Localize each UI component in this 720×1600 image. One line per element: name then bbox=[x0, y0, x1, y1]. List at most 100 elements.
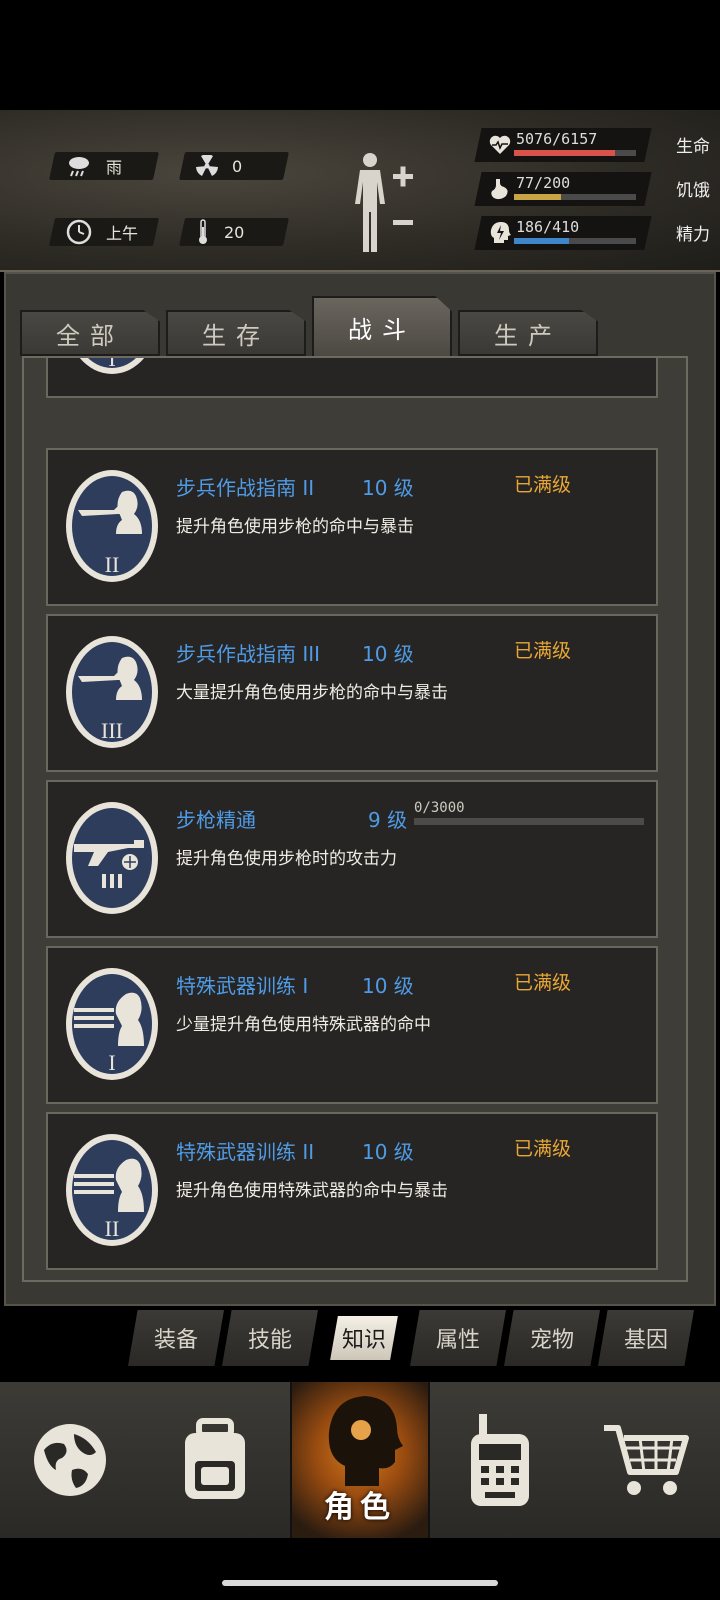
skill-level: 10 级 bbox=[362, 476, 414, 500]
weather-indicator[interactable]: 雨 bbox=[49, 152, 159, 180]
list-item[interactable]: III 步兵作战指南 III 10 级 已满级 大量提升角色使用步枪的命中与暴击 bbox=[46, 614, 658, 772]
rifleman-i-icon: I bbox=[79, 356, 145, 374]
skill-level: 10 级 bbox=[362, 1140, 414, 1164]
subtab-attributes[interactable]: 属性 bbox=[410, 1310, 506, 1366]
nav-inventory[interactable] bbox=[145, 1382, 285, 1538]
health-value: 5076/6157 bbox=[516, 130, 598, 148]
tab-combat[interactable]: 战斗 bbox=[312, 296, 452, 358]
subtab-skills[interactable]: 技能 bbox=[222, 1310, 318, 1366]
skill-name: 步兵作战指南 II bbox=[176, 476, 315, 500]
rifle-mastery-icon bbox=[66, 802, 158, 914]
home-indicator[interactable] bbox=[222, 1580, 498, 1586]
energy-value: 186/410 bbox=[516, 218, 580, 236]
rain-cloud-icon bbox=[69, 157, 89, 177]
svg-text:III: III bbox=[101, 718, 123, 743]
stomach-icon bbox=[491, 179, 508, 200]
svg-text:I: I bbox=[108, 1050, 115, 1075]
heart-icon bbox=[489, 135, 511, 154]
backpack-icon bbox=[185, 1418, 245, 1499]
radiation-indicator[interactable]: 0 bbox=[179, 152, 289, 180]
subtab-label: 技能 bbox=[247, 1328, 292, 1353]
subtab-equipment[interactable]: 装备 bbox=[128, 1310, 224, 1366]
progress-bar bbox=[414, 818, 644, 825]
health-label: 生命 bbox=[676, 137, 710, 157]
character-head-icon bbox=[328, 1396, 403, 1486]
tab-survival[interactable]: 生存 bbox=[166, 310, 306, 356]
progress-text: 0/3000 bbox=[414, 800, 465, 816]
max-level-badge: 已满级 bbox=[514, 640, 572, 662]
energy-bar bbox=[514, 238, 636, 244]
skill-description: 提升角色使用步枪的命中与暴击 bbox=[176, 517, 414, 537]
head-energy-icon bbox=[490, 222, 511, 243]
nav-character-label: 角色 bbox=[324, 1490, 396, 1525]
character-subtabs: 装备 技能 知识 属性 宠物 基因 bbox=[128, 1310, 698, 1366]
list-item[interactable]: II 步兵作战指南 II 10 级 已满级 提升角色使用步枪的命中与暴击 bbox=[46, 448, 658, 606]
radiation-value: 0 bbox=[232, 156, 243, 176]
energy-stat[interactable]: 186/410 精力 bbox=[474, 216, 710, 250]
heavy-weapon-ii-icon: II bbox=[66, 1134, 158, 1246]
health-stat[interactable]: 5076/6157 生命 bbox=[474, 128, 710, 162]
body-status-icon[interactable] bbox=[348, 150, 418, 255]
subtab-knowledge[interactable]: 知识 bbox=[316, 1310, 412, 1366]
clock-icon bbox=[66, 219, 92, 245]
nav-character[interactable]: 角色 bbox=[290, 1382, 430, 1538]
skill-description: 大量提升角色使用步枪的命中与暴击 bbox=[176, 683, 448, 703]
time-indicator[interactable]: 上午 bbox=[49, 218, 159, 246]
hunger-value: 77/200 bbox=[516, 174, 571, 192]
weather-label: 雨 bbox=[106, 158, 123, 177]
list-item[interactable]: 步枪精通 9 级 0/3000 提升角色使用步枪时的攻击力 bbox=[46, 780, 658, 938]
energy-label: 精力 bbox=[676, 225, 710, 245]
nav-world[interactable] bbox=[0, 1382, 140, 1538]
temperature-indicator[interactable]: 20 bbox=[179, 218, 289, 246]
globe-icon bbox=[34, 1424, 106, 1496]
list-item[interactable]: II 特殊武器训练 II 10 级 已满级 提升角色使用特殊武器的命中与暴击 bbox=[46, 1112, 658, 1270]
subtab-label: 基因 bbox=[623, 1328, 668, 1353]
subtab-label: 属性 bbox=[435, 1328, 480, 1353]
radiation-icon bbox=[196, 155, 218, 176]
subtab-pets[interactable]: 宠物 bbox=[504, 1310, 600, 1366]
max-level-badge: 已满级 bbox=[514, 972, 572, 994]
hunger-stat[interactable]: 77/200 饥饿 bbox=[474, 172, 710, 206]
time-label: 上午 bbox=[106, 224, 139, 243]
shopping-cart-icon bbox=[604, 1425, 689, 1495]
subtab-label: 装备 bbox=[153, 1328, 198, 1353]
nav-radio[interactable] bbox=[430, 1382, 570, 1538]
temperature-value: 20 bbox=[224, 222, 245, 242]
tab-production[interactable]: 生产 bbox=[458, 310, 598, 356]
list-item[interactable]: I 特殊武器训练 I 10 级 已满级 少量提升角色使用特殊武器的命中 bbox=[46, 946, 658, 1104]
rifleman-ii-icon: II bbox=[66, 470, 158, 582]
skill-name: 步兵作战指南 III bbox=[176, 642, 321, 666]
skill-description: 少量提升角色使用特殊武器的命中 bbox=[176, 1015, 431, 1035]
svg-text:II: II bbox=[105, 1216, 120, 1241]
skill-description: 提升角色使用步枪时的攻击力 bbox=[176, 849, 397, 869]
hunger-bar bbox=[514, 194, 636, 200]
health-bar bbox=[514, 150, 636, 156]
subtab-label: 知识 bbox=[341, 1328, 386, 1353]
category-tabs: 全部 生存 战斗 生产 bbox=[20, 296, 620, 358]
heavy-weapon-i-icon: I bbox=[66, 968, 158, 1080]
max-level-badge: 已满级 bbox=[514, 474, 572, 496]
skill-name: 特殊武器训练 II bbox=[176, 1140, 315, 1164]
skill-name: 特殊武器训练 I bbox=[176, 974, 309, 998]
skill-level: 10 级 bbox=[362, 974, 414, 998]
nav-shop[interactable] bbox=[575, 1382, 715, 1538]
list-item-partial[interactable]: I bbox=[46, 356, 658, 398]
skill-name: 步枪精通 bbox=[176, 808, 256, 832]
thermometer-icon bbox=[199, 219, 207, 244]
svg-text:II: II bbox=[105, 552, 120, 577]
rifleman-iii-icon: III bbox=[66, 636, 158, 748]
skill-progress: 0/3000 bbox=[414, 800, 644, 825]
skill-level: 10 级 bbox=[362, 642, 414, 666]
tab-all[interactable]: 全部 bbox=[20, 310, 160, 356]
hunger-label: 饥饿 bbox=[676, 181, 710, 201]
bottom-navigation: 角色 bbox=[0, 1382, 720, 1538]
subtab-label: 宠物 bbox=[529, 1328, 574, 1353]
skill-list[interactable]: I II 步兵作战指南 II 10 级 已满级 提升角色使用步枪的命中与暴击 I… bbox=[22, 356, 688, 1282]
skill-description: 提升角色使用特殊武器的命中与暴击 bbox=[176, 1181, 448, 1201]
status-header: 雨 0 上午 20 5076/6157 生命 77/200 饥饿 186/410… bbox=[0, 110, 720, 272]
svg-text:I: I bbox=[108, 356, 115, 371]
radio-icon bbox=[471, 1414, 529, 1506]
max-level-badge: 已满级 bbox=[514, 1138, 572, 1160]
subtab-genes[interactable]: 基因 bbox=[598, 1310, 694, 1366]
skill-level: 9 级 bbox=[368, 808, 408, 832]
